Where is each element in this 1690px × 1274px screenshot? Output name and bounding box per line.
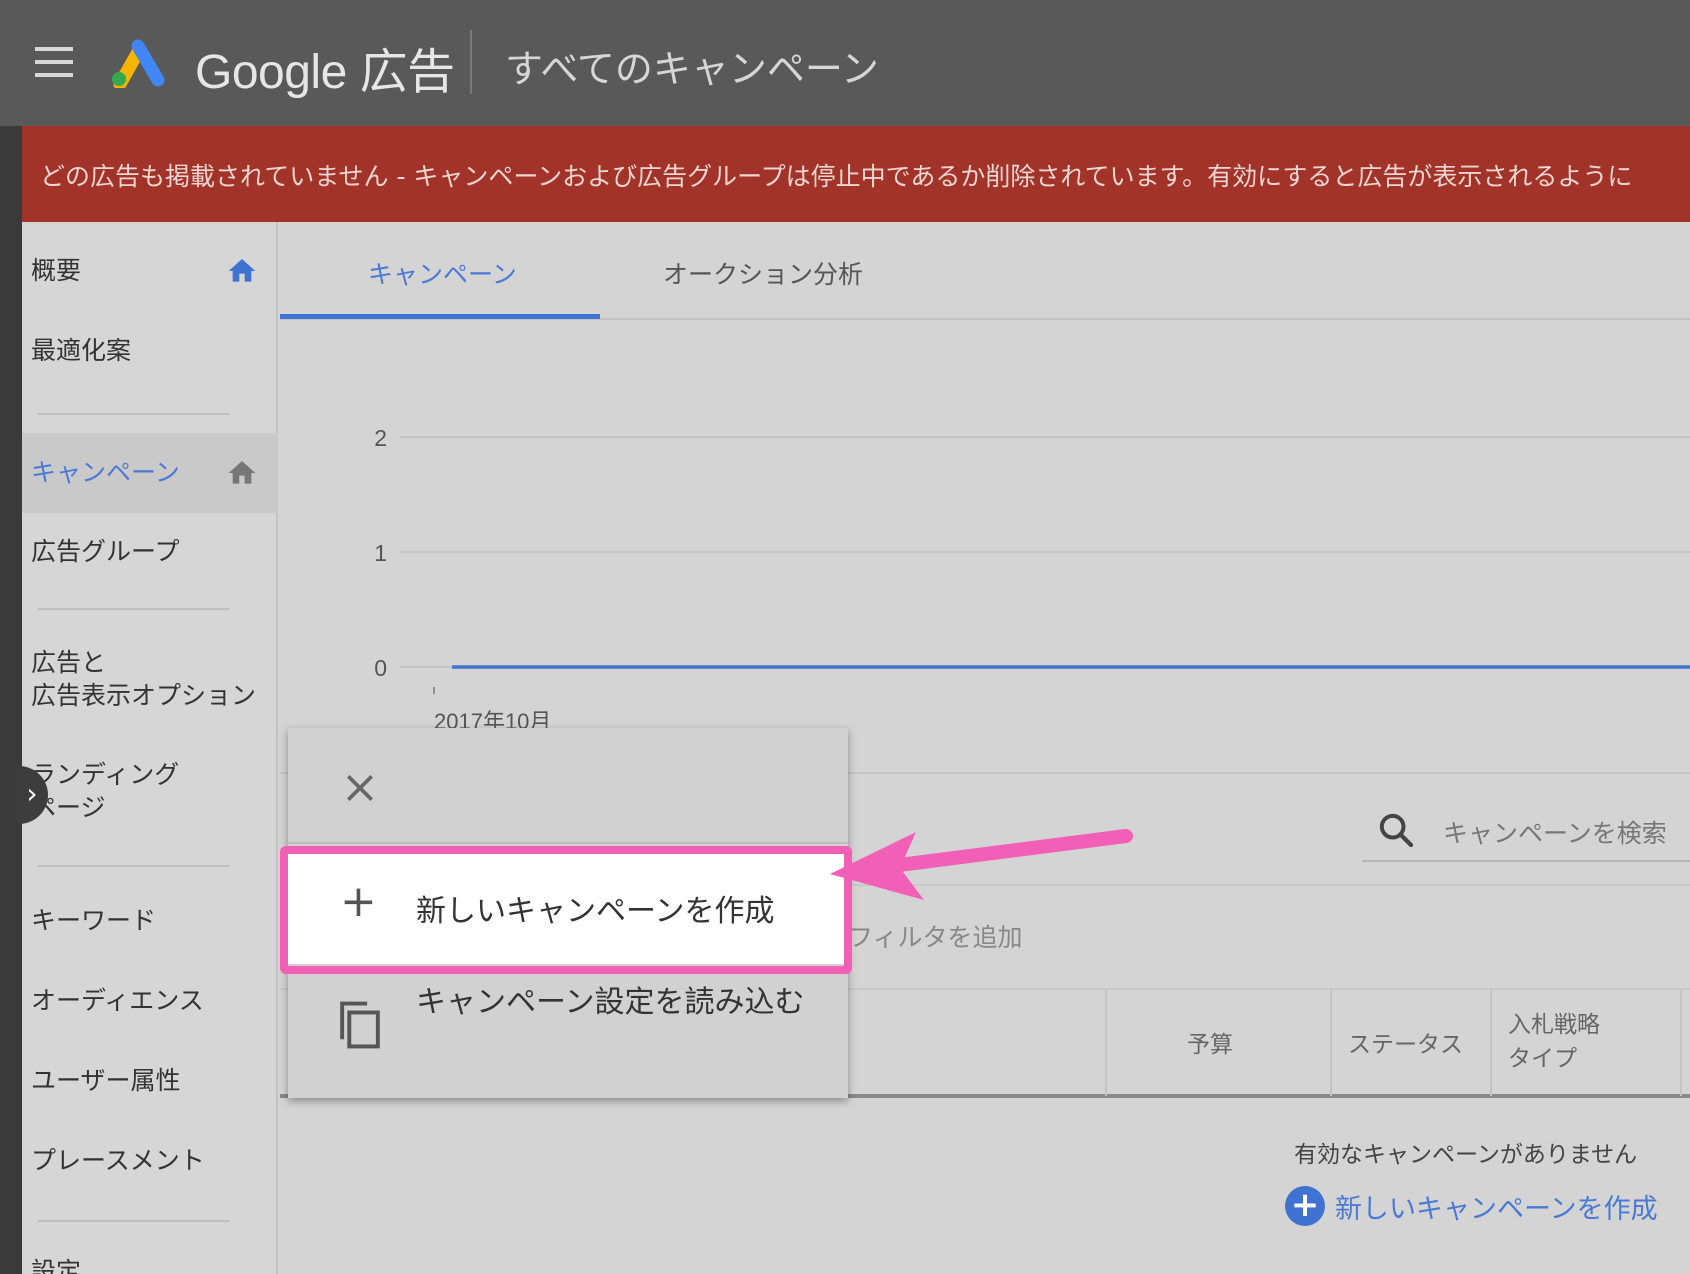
y-tick-label: 1 [374,540,387,566]
left-rail [0,126,22,1274]
empty-state-message: 有効なキャンペーンがありません [1294,1142,1638,1168]
copy-icon [340,1001,380,1049]
sidebar-item-demographics[interactable]: ユーザー属性 [22,1048,278,1114]
sidebar-item-label: ランディング [31,760,180,789]
sidebar-item-audiences[interactable]: オーディエンス [22,968,278,1034]
divider [38,865,230,867]
add-filter-button[interactable]: フィルタを追加 [848,918,1023,954]
google-ads-logo [112,39,165,88]
home-icon [228,259,256,282]
sidebar-item-label: 広告表示オプション [31,681,257,710]
performance-chart: 0122017年10月 [374,425,1690,734]
sidebar-item-landing-pages[interactable]: ランディング ページ [22,758,278,824]
column-header-status[interactable]: ステータス [1348,1028,1463,1062]
tab-indicator [280,314,600,319]
create-campaign-label: 新しいキャンペーンを作成 [1335,1193,1658,1225]
column-header-label: 入札戦略 [1508,1012,1600,1038]
sidebar-item-label: キャンペーン [31,458,180,487]
menu-item-load-settings[interactable]: キャンペーン設定を読み込む [416,980,816,1026]
brand-name: Google 広告 [195,46,455,99]
search-icon[interactable] [1376,810,1416,850]
add-circle-icon: + [1285,1186,1325,1226]
y-tick-label: 0 [374,655,387,681]
highlight-box [280,846,852,974]
sidebar-item-recommendations[interactable]: 最適化案 [22,318,278,384]
sidebar: 概要 最適化案 キャンペーン 広告グループ 広告と 広告表示オプション ランディ… [22,222,278,1274]
divider [1330,990,1332,1096]
sidebar-item-placements[interactable]: プレースメント [22,1128,278,1194]
menu-icon[interactable] [35,47,73,77]
tab-bar: キャンペーン オークション分析 [280,222,1690,320]
sidebar-item-keywords[interactable]: キーワード [22,888,278,954]
sidebar-item-settings[interactable]: 設定 [22,1252,278,1274]
tab-campaigns[interactable]: キャンペーン [368,255,517,291]
home-icon [228,461,256,484]
divider [288,842,848,844]
close-icon[interactable] [340,768,380,808]
divider [38,608,230,610]
sidebar-item-label: 最適化案 [31,336,132,365]
sidebar-item-label: キーワード [31,906,157,935]
divider [1490,990,1492,1096]
column-header-bid-strategy[interactable]: 入札戦略 タイプ [1508,1008,1600,1076]
sidebar-item-label: 概要 [31,256,82,285]
alert-banner: どの広告も掲載されていません - キャンペーンおよび広告グループは停止中であるか… [22,126,1690,222]
sidebar-item-label: オーディエンス [31,986,204,1015]
sidebar-item-ad-groups[interactable]: 広告グループ [22,519,278,585]
sidebar-item-label: プレースメント [31,1146,205,1175]
sidebar-item-overview[interactable]: 概要 [22,238,278,304]
divider [1680,990,1682,1096]
sidebar-item-label: ページ [31,793,106,822]
divider [38,1220,230,1222]
search-underline [1362,860,1690,862]
sidebar-item-label: 広告と [31,648,107,677]
search-input[interactable]: キャンペーンを検索 [1443,814,1667,850]
column-header-budget[interactable]: 予算 [1187,1028,1233,1062]
divider [470,30,472,94]
page-title: すべてのキャンペーン [505,47,879,91]
sidebar-item-label: ユーザー属性 [31,1066,181,1095]
pointer-arrow-icon [830,829,1133,900]
sidebar-item-label: 設定 [31,1257,82,1274]
tab-auction-insights[interactable]: オークション分析 [663,255,863,291]
divider [38,413,230,415]
y-tick-label: 2 [374,425,387,451]
sidebar-item-campaigns[interactable]: キャンペーン [22,433,278,513]
sidebar-item-label: 広告グループ [31,537,180,566]
divider [1105,990,1107,1096]
column-header-label: タイプ [1508,1046,1577,1072]
top-app-bar: Google 広告 すべてのキャンペーン [0,0,1690,126]
sidebar-item-ads-extensions[interactable]: 広告と 広告表示オプション [22,646,278,712]
create-campaign-link[interactable]: + 新しいキャンペーンを作成 [1285,1186,1658,1226]
